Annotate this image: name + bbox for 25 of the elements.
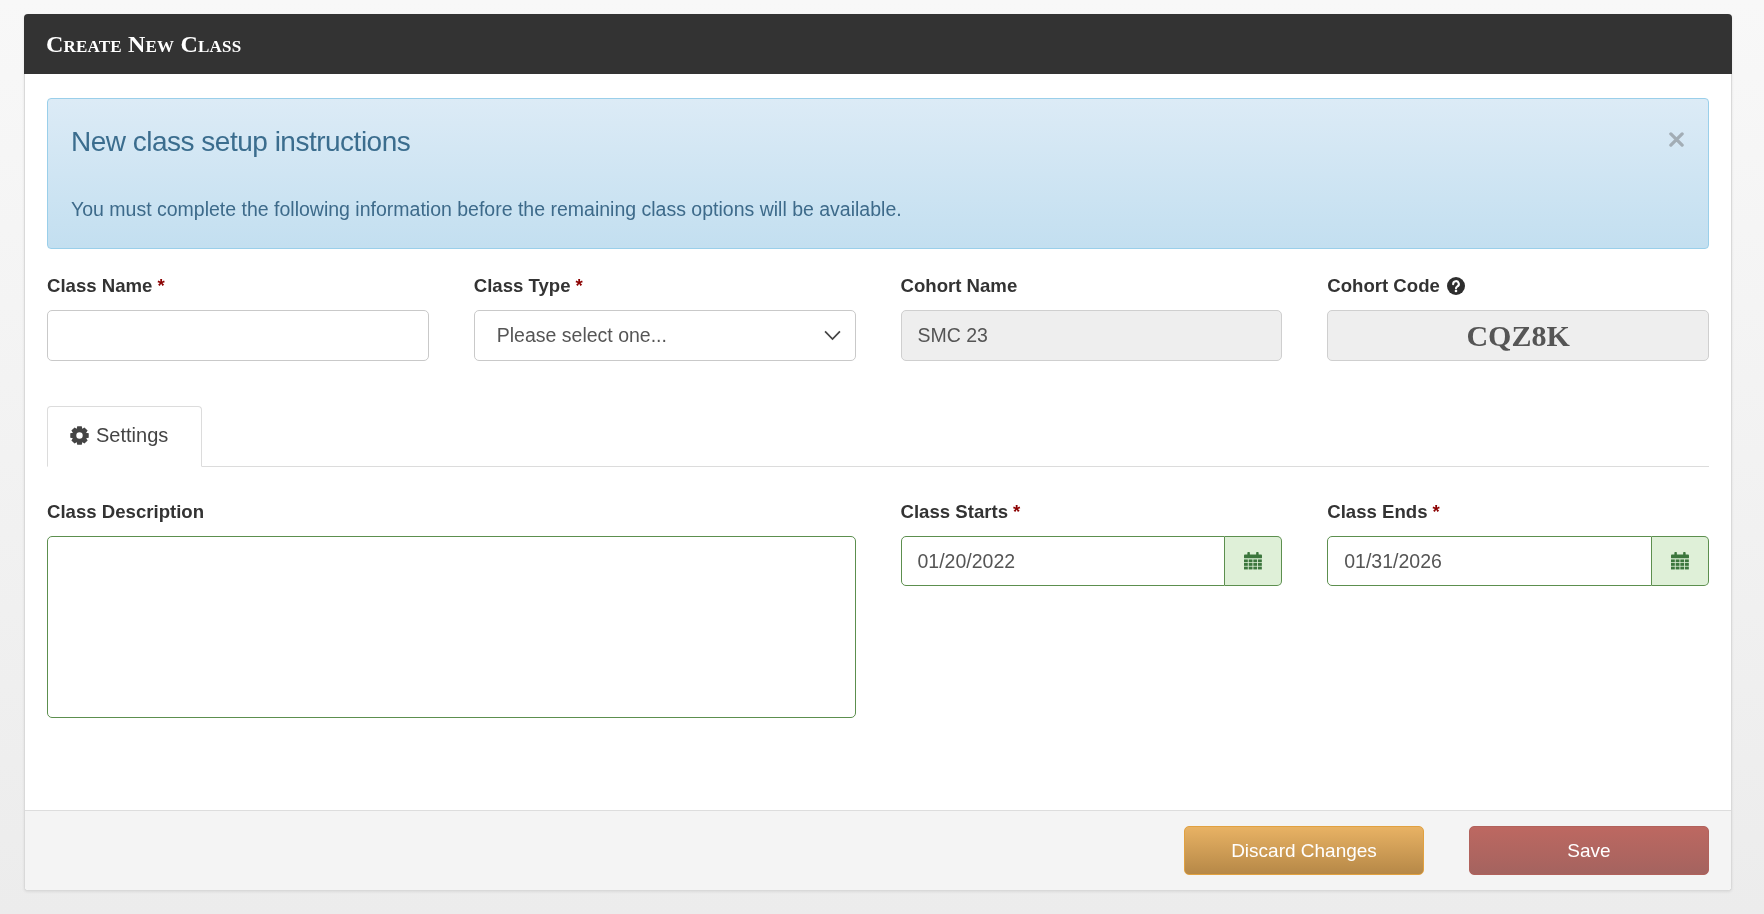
alert-title: New class setup instructions — [71, 126, 411, 158]
tab[interactable]: Settings — [47, 406, 203, 467]
field-label: Class Type * — [473, 275, 583, 297]
readonly-input[interactable]: SMC 23 — [900, 310, 1283, 361]
text-input[interactable] — [47, 310, 429, 361]
help-icon[interactable] — [1446, 277, 1465, 295]
field-label: Class Description — [47, 501, 205, 523]
code-field[interactable]: CQZ8K — [1327, 310, 1709, 361]
field-label: Class Name * — [47, 275, 165, 297]
panel-title: Create New Class — [46, 30, 242, 58]
field-label: Cohort Code — [1327, 275, 1440, 297]
calendar-button[interactable] — [1225, 536, 1283, 586]
date-input[interactable]: 01/31/2026 — [1327, 536, 1652, 586]
gear-icon — [70, 426, 89, 445]
calendar-icon — [1244, 552, 1263, 570]
field-label: Cohort Name — [900, 275, 1018, 297]
calendar-icon — [1671, 552, 1689, 570]
field-label: Class Starts * — [900, 501, 1021, 523]
field-label: Class Ends * — [1327, 501, 1440, 523]
select-dropdown[interactable]: Please select one... — [473, 310, 856, 361]
date-input[interactable]: 01/20/2022 — [900, 536, 1226, 586]
alert-message: You must complete the following information before the remaining class options will be available. — [71, 197, 903, 221]
save-button[interactable]: Save — [1469, 826, 1709, 875]
calendar-button[interactable] — [1652, 536, 1709, 586]
chevron-down-icon — [823, 330, 841, 341]
